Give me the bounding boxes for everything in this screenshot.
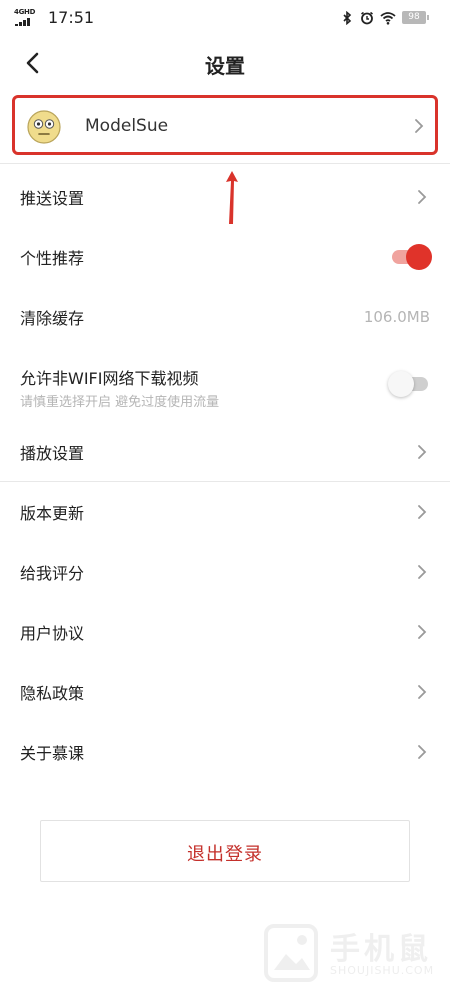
chevron-right-icon [416, 504, 428, 520]
toggle-knob [406, 244, 432, 270]
setting-personal-recommend: 个性推荐 [0, 227, 450, 287]
setting-privacy-label: 隐私政策 [20, 684, 85, 703]
setting-playback[interactable]: 播放设置 [0, 422, 450, 482]
watermark-logo: 手机鼠 SHOUJISHU.COM [262, 922, 435, 992]
bluetooth-icon [340, 10, 354, 26]
header-bar: 设置 [0, 34, 450, 92]
personal-recommend-toggle[interactable] [392, 244, 432, 270]
status-bar: 4GHD 17:51 98 [0, 0, 450, 34]
chevron-right-icon [416, 684, 428, 700]
setting-rate-app[interactable]: 给我评分 [0, 542, 450, 602]
chevron-right-icon [416, 564, 428, 580]
chevron-right-icon [416, 624, 428, 640]
setting-push[interactable]: 推送设置 [0, 167, 450, 227]
smiley-avatar-icon [27, 110, 61, 144]
logout-button[interactable]: 退出登录 [40, 820, 410, 882]
chevron-right-icon [416, 744, 428, 760]
section-divider [0, 163, 450, 164]
setting-about[interactable]: 关于慕课 [0, 722, 450, 782]
network-type: 4GHD [14, 8, 36, 16]
setting-playback-label: 播放设置 [20, 444, 85, 463]
watermark-text: 手机鼠 [330, 932, 432, 967]
chevron-right-icon [416, 189, 428, 205]
setting-push-label: 推送设置 [20, 189, 85, 208]
cache-size-value: 106.0MB [363, 308, 430, 326]
setting-wifi-label: 允许非WIFI网络下载视频 [20, 369, 199, 388]
setting-rate-label: 给我评分 [20, 564, 85, 583]
watermark-subtext: SHOUJISHU.COM [330, 964, 435, 977]
toggle-knob [388, 371, 414, 397]
setting-privacy-policy[interactable]: 隐私政策 [0, 662, 450, 722]
battery-icon: 98 [402, 10, 429, 24]
setting-about-label: 关于慕课 [20, 744, 85, 763]
setting-version-update[interactable]: 版本更新 [0, 482, 450, 542]
setting-user-agreement[interactable]: 用户协议 [0, 602, 450, 662]
watermark-photo-icon [264, 924, 318, 982]
setting-wifi-subtitle: 请慎重选择开启 避免过度使用流量 [20, 395, 220, 410]
status-time: 17:51 [48, 8, 95, 27]
wifi-icon [380, 10, 396, 25]
setting-personal-label: 个性推荐 [20, 249, 85, 268]
chevron-right-icon [416, 444, 428, 460]
profile-name: ModelSue [85, 116, 169, 136]
setting-wifi-download: 允许非WIFI网络下载视频 请慎重选择开启 避免过度使用流量 [0, 352, 450, 420]
wifi-download-toggle[interactable] [388, 371, 428, 397]
cellular-signal-icon: 4GHD [14, 8, 42, 26]
alarm-icon [360, 10, 374, 25]
setting-cache-label: 清除缓存 [20, 309, 85, 328]
page-title: 设置 [205, 54, 245, 78]
profile-row[interactable]: ModelSue [12, 95, 438, 155]
setting-update-label: 版本更新 [20, 504, 85, 523]
setting-clear-cache[interactable]: 清除缓存 106.0MB [0, 287, 450, 347]
chevron-right-icon [413, 118, 425, 134]
logout-label: 退出登录 [187, 844, 263, 865]
setting-agreement-label: 用户协议 [20, 624, 85, 643]
